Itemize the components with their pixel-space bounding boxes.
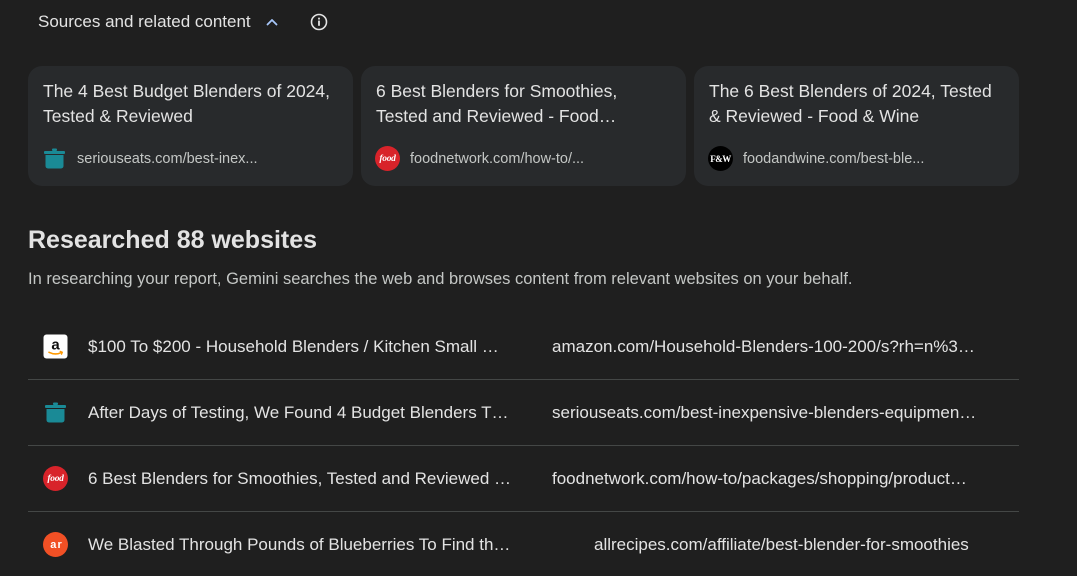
chevron-up-icon[interactable]: [265, 15, 279, 29]
food-network-icon: food: [43, 466, 68, 491]
list-item[interactable]: a $100 To $200 - Household Blenders / Ki…: [28, 314, 1019, 380]
sources-title: Sources and related content: [38, 12, 251, 31]
food-network-logo-text: food: [379, 153, 396, 164]
list-item-url: foodnetwork.com/how-to/packages/shopping…: [552, 468, 967, 488]
allrecipes-icon: a r: [43, 532, 68, 557]
list-item[interactable]: After Days of Testing, We Found 4 Budget…: [28, 380, 1019, 446]
source-card-title: 6 Best Blenders for Smoothies, Tested an…: [376, 81, 618, 126]
list-item-url: amazon.com/Household-Blenders-100-200/s?…: [552, 336, 975, 356]
source-card-title: The 6 Best Blenders of 2024, Tested & Re…: [709, 81, 992, 126]
list-item[interactable]: food 6 Best Blenders for Smoothies, Test…: [28, 446, 1019, 512]
allrecipes-logo-text: a r: [50, 538, 62, 551]
pot-icon: [42, 146, 67, 171]
food-and-wine-logo-text: F&W: [710, 153, 731, 164]
amazon-icon: a: [43, 334, 68, 359]
source-card-foodnetwork[interactable]: 6 Best Blenders for Smoothies, Tested an…: [361, 66, 686, 186]
source-card-domain: seriouseats.com/best-inex...: [77, 150, 258, 167]
source-card-site: food foodnetwork.com/how-to/...: [375, 146, 584, 171]
researched-description: In researching your report, Gemini searc…: [28, 270, 853, 288]
source-card-seriouseats[interactable]: The 4 Best Budget Blenders of 2024, Test…: [28, 66, 353, 186]
list-item-url: seriouseats.com/best-inexpensive-blender…: [552, 402, 977, 422]
source-card-domain: foodandwine.com/best-ble...: [743, 150, 925, 167]
food-and-wine-icon: F&W: [708, 146, 733, 171]
amazon-logo-letter: a: [51, 337, 60, 354]
pot-icon: [43, 400, 68, 425]
list-item-title: 6 Best Blenders for Smoothies, Tested an…: [88, 468, 512, 488]
info-icon[interactable]: [309, 12, 329, 32]
food-network-icon: food: [375, 146, 400, 171]
list-item-title: $100 To $200 - Household Blenders / Kitc…: [88, 336, 499, 356]
source-card-foodandwine[interactable]: The 6 Best Blenders of 2024, Tested & Re…: [694, 66, 1019, 186]
list-item-url: allrecipes.com/affiliate/best-blender-fo…: [594, 534, 969, 554]
food-network-logo-text: food: [47, 473, 64, 484]
source-cards: The 4 Best Budget Blenders of 2024, Test…: [28, 66, 1019, 186]
list-item-title: We Blasted Through Pounds of Blueberries…: [88, 534, 511, 554]
source-card-domain: foodnetwork.com/how-to/...: [410, 150, 585, 167]
sources-panel: Sources and related content The 4 Best B…: [0, 0, 1077, 576]
source-card-title: The 4 Best Budget Blenders of 2024, Test…: [43, 81, 330, 126]
list-item[interactable]: a r We Blasted Through Pounds of Blueber…: [28, 512, 1019, 576]
sources-header[interactable]: Sources and related content: [38, 8, 329, 36]
researched-sites-list: a $100 To $200 - Household Blenders / Ki…: [28, 314, 1019, 576]
list-item-title: After Days of Testing, We Found 4 Budget…: [88, 402, 509, 422]
source-card-site: seriouseats.com/best-inex...: [42, 146, 258, 171]
researched-title: Researched 88 websites: [28, 226, 318, 254]
source-card-site: F&W foodandwine.com/best-ble...: [708, 146, 924, 171]
